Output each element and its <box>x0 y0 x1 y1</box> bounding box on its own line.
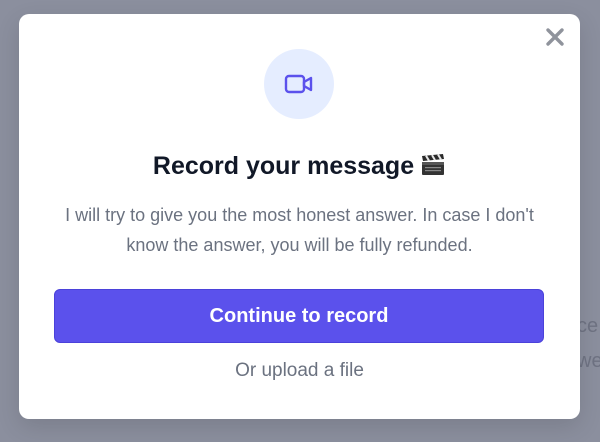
background-text-fragment: ce <box>577 315 599 337</box>
upload-file-link[interactable]: Or upload a file <box>19 360 580 382</box>
background-text-fragment: we <box>577 350 600 372</box>
modal-title: Record your message <box>19 152 580 184</box>
clapper-board-icon <box>420 153 446 184</box>
modal-title-text: Record your message <box>152 152 415 180</box>
video-icon-badge <box>264 49 334 119</box>
close-button[interactable] <box>544 26 566 48</box>
close-icon <box>546 28 564 46</box>
video-camera-icon <box>284 74 313 94</box>
record-message-modal: Record your message I will try to give y… <box>19 14 580 419</box>
continue-to-record-button[interactable]: Continue to record <box>54 289 544 343</box>
modal-description: I will try to give you the most honest a… <box>65 205 534 255</box>
